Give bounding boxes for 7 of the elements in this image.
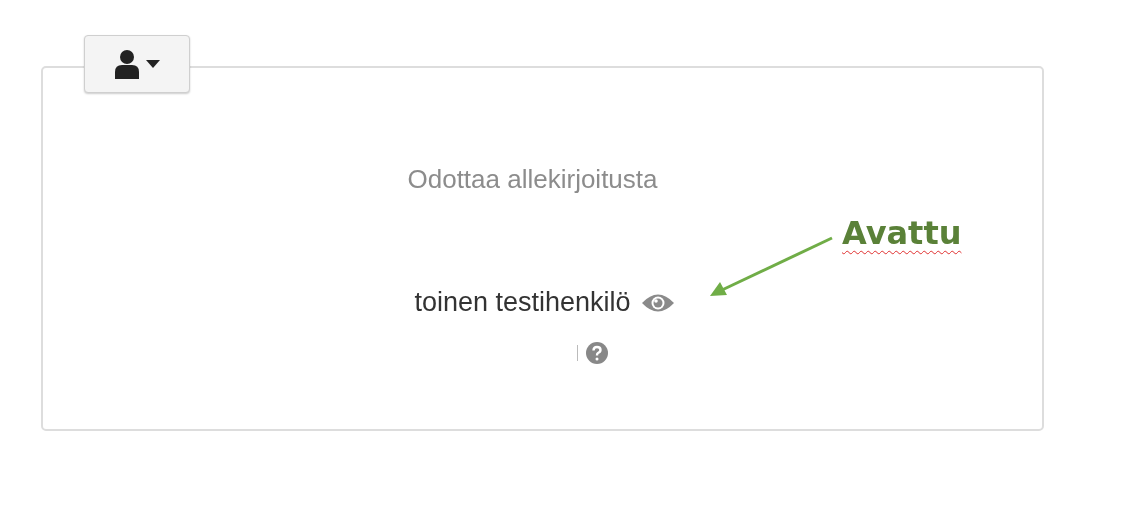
help-icon[interactable] [586, 342, 608, 364]
user-icon [114, 49, 140, 79]
signer-name: toinen testihenkilö [414, 287, 631, 318]
caret-icon [146, 60, 160, 68]
user-menu-button[interactable] [84, 35, 190, 93]
signature-status: Odottaa allekirjoitusta [407, 164, 658, 195]
annotation-label: Avattu [842, 214, 962, 252]
